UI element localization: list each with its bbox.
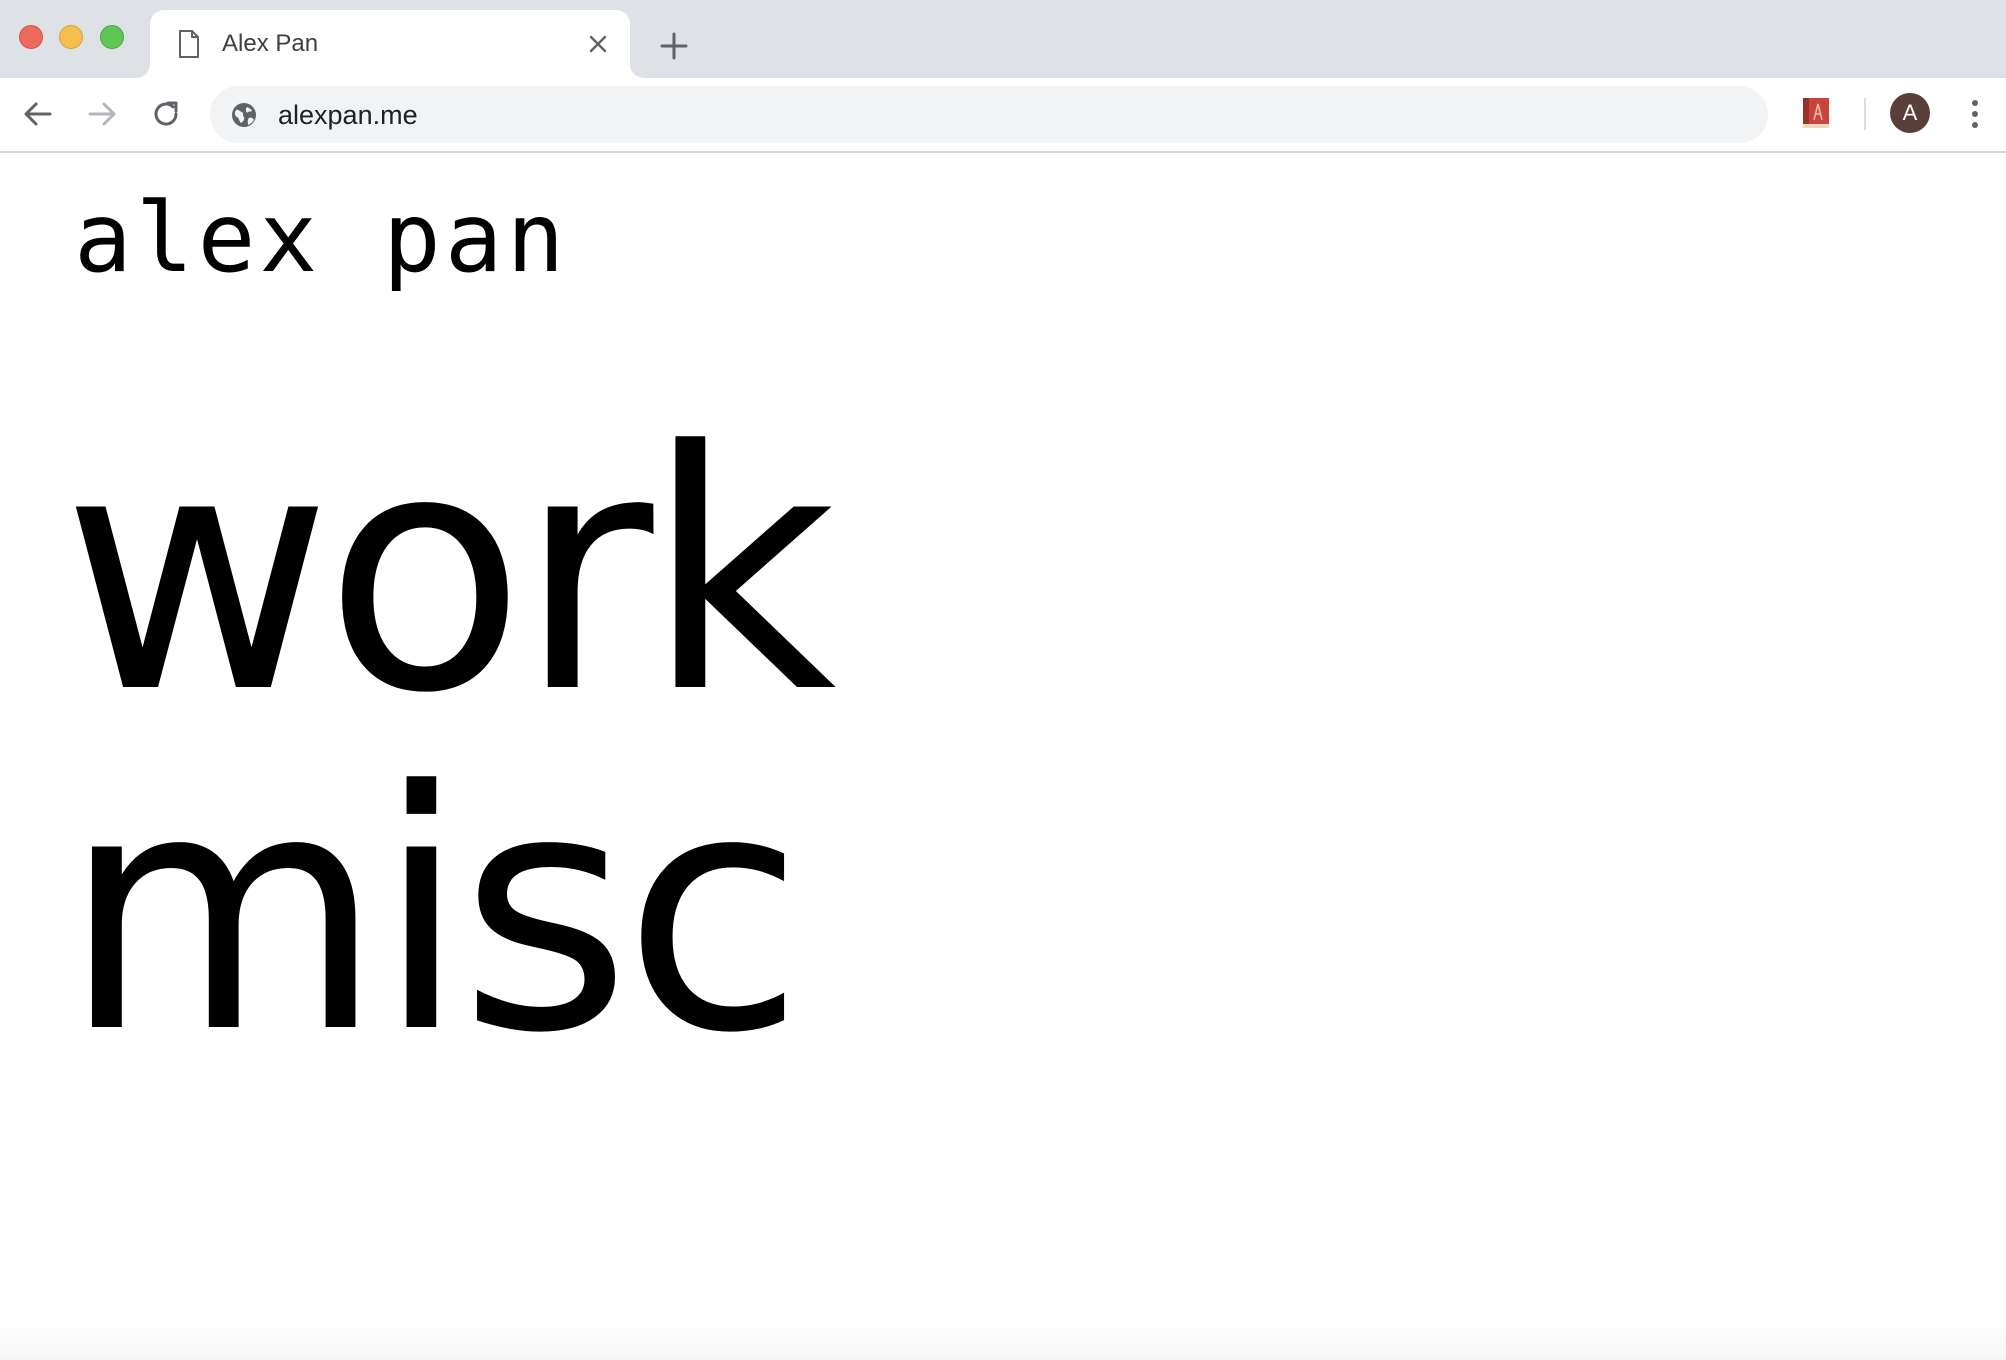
page-icon (179, 30, 199, 58)
url-text[interactable]: alexpan.me (278, 100, 418, 130)
window-minimize-button[interactable] (59, 25, 83, 49)
browser-toolbar: alexpan.me A (0, 78, 2006, 153)
main-nav: work misc (62, 403, 837, 1083)
globe-icon[interactable] (230, 101, 258, 129)
toolbar-divider (1864, 98, 1866, 130)
tab-active[interactable]: Alex Pan (150, 10, 630, 78)
nav-item-work: work (62, 403, 837, 743)
more-vertical-icon[interactable] (1962, 94, 1988, 134)
extension-icon[interactable] (1801, 96, 1831, 130)
nav-link-misc[interactable]: misc (62, 743, 829, 1083)
page-bottom-edge (0, 1320, 2006, 1360)
profile-avatar[interactable]: A (1890, 93, 1930, 133)
forward-arrow-icon[interactable] (82, 94, 122, 134)
browser-window: Alex Pan alexpan.me A alex pan work misc (0, 0, 2006, 1360)
window-close-button[interactable] (19, 25, 43, 49)
tab-close-icon[interactable] (586, 32, 610, 56)
site-name-heading: alex pan (74, 182, 569, 294)
back-arrow-icon[interactable] (18, 94, 58, 134)
nav-link-work[interactable]: work (62, 403, 837, 743)
tab-strip: Alex Pan (0, 0, 2006, 78)
page-content: alex pan work misc (0, 153, 2006, 1360)
tab-title: Alex Pan (222, 30, 319, 57)
nav-item-misc: misc (62, 743, 829, 1083)
new-tab-plus-icon[interactable] (656, 28, 692, 64)
address-bar[interactable]: alexpan.me (210, 86, 1768, 143)
reload-icon[interactable] (146, 94, 186, 134)
window-maximize-button[interactable] (100, 25, 124, 49)
